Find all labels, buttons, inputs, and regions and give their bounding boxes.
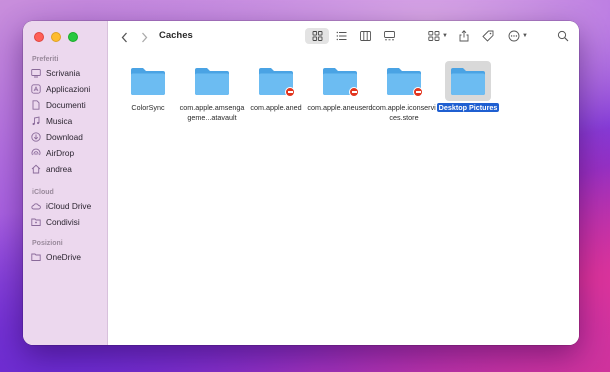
window-title: Caches xyxy=(159,30,193,41)
sidebar-item-label: Scrivania xyxy=(46,68,81,78)
chevron-down-icon: ▼ xyxy=(522,33,528,39)
sidebar-item-airdrop[interactable]: AirDrop xyxy=(31,146,74,160)
folder-thumbnail xyxy=(381,61,427,101)
folder-thumbnail xyxy=(189,61,235,101)
search-button[interactable] xyxy=(557,29,569,43)
folder-name: com.apple.aneuserd xyxy=(307,103,373,112)
chevron-left-icon xyxy=(121,32,127,42)
tag-icon xyxy=(482,30,494,42)
sidebar-item-download[interactable]: Download xyxy=(31,130,83,144)
music-icon xyxy=(32,116,40,126)
sidebar-section-title: iCloud xyxy=(32,189,54,196)
tag-button[interactable] xyxy=(482,29,494,43)
folder-item[interactable]: com.apple.aneuserd xyxy=(305,61,375,113)
view-mode-group xyxy=(305,28,401,44)
home-icon xyxy=(31,164,41,174)
chevron-down-icon: ▼ xyxy=(442,33,448,39)
gallery-icon xyxy=(383,31,395,41)
sidebar-item-label: Applicazioni xyxy=(46,84,91,94)
folder-name: ColorSync xyxy=(131,103,165,112)
close-button[interactable] xyxy=(34,32,44,42)
folder-icon xyxy=(31,253,41,261)
selected-name-text: Desktop Pictures xyxy=(436,103,500,112)
chevron-right-icon xyxy=(141,32,147,42)
sidebar-item-icloud-drive[interactable]: iCloud Drive xyxy=(31,199,91,213)
document-icon xyxy=(32,100,40,110)
no-access-badge-icon xyxy=(413,87,423,97)
minimize-button[interactable] xyxy=(51,32,61,42)
folder-item[interactable]: ColorSync xyxy=(113,61,183,113)
applications-icon xyxy=(31,84,41,94)
folder-name: com.apple.aned xyxy=(250,103,302,112)
folder-name-selected: Desktop Pictures xyxy=(435,103,501,113)
folder-name: com.apple.amsengageme...atavault xyxy=(179,103,245,122)
sidebar-item-documenti[interactable]: Documenti xyxy=(31,98,86,112)
sidebar-item-musica[interactable]: Musica xyxy=(31,114,72,128)
folder-icon xyxy=(131,68,165,95)
folder-icon xyxy=(451,68,485,95)
download-icon xyxy=(31,132,41,142)
sidebar-item-onedrive[interactable]: OneDrive xyxy=(31,250,81,264)
sidebar-item-label: iCloud Drive xyxy=(46,201,92,211)
sidebar: Preferiti Scrivania Applicazioni Documen… xyxy=(23,21,108,345)
sidebar-item-andrea[interactable]: andrea xyxy=(31,162,72,176)
more-actions-button[interactable]: ▼ xyxy=(508,29,528,43)
folder-thumbnail xyxy=(317,61,363,101)
sidebar-item-label: Documenti xyxy=(46,100,86,110)
folder-item[interactable]: com.apple.aned xyxy=(241,61,311,113)
folder-thumbnail xyxy=(253,61,299,101)
gallery-view-button[interactable] xyxy=(377,28,401,44)
folder-thumbnail xyxy=(445,61,491,101)
ellipsis-circle-icon xyxy=(508,30,520,42)
group-grid-icon xyxy=(428,31,440,41)
airdrop-icon xyxy=(31,148,41,156)
share-button[interactable] xyxy=(458,29,470,43)
sidebar-item-label: AirDrop xyxy=(46,148,75,158)
folder-item-selected[interactable]: Desktop Pictures xyxy=(433,61,503,113)
shared-folder-icon xyxy=(31,218,41,226)
sidebar-item-applicazioni[interactable]: Applicazioni xyxy=(31,82,90,96)
sidebar-item-condivisi[interactable]: Condivisi xyxy=(31,215,80,229)
no-access-badge-icon xyxy=(349,87,359,97)
sidebar-item-label: andrea xyxy=(46,164,72,174)
folder-name: com.apple.iconservices.store xyxy=(372,103,436,122)
window-controls xyxy=(34,32,78,42)
content-area: Caches ▼ ▼ ColorSync com.apple.amsengage… xyxy=(108,21,579,345)
folder-icon xyxy=(195,68,229,95)
list-view-button[interactable] xyxy=(329,28,353,44)
columns-icon xyxy=(359,31,371,41)
desktop-icon xyxy=(31,69,41,78)
column-view-button[interactable] xyxy=(353,28,377,44)
no-access-badge-icon xyxy=(285,87,295,97)
sidebar-section-title: Posizioni xyxy=(32,240,63,247)
folder-item[interactable]: com.apple.iconservices.store xyxy=(369,61,439,122)
group-by-button[interactable]: ▼ xyxy=(428,29,448,43)
list-icon xyxy=(336,31,346,41)
sidebar-section-title: Preferiti xyxy=(32,56,59,63)
sidebar-item-label: Download xyxy=(46,132,83,142)
sidebar-item-scrivania[interactable]: Scrivania xyxy=(31,66,80,80)
sidebar-item-label: Musica xyxy=(46,116,73,126)
folder-thumbnail xyxy=(125,61,171,101)
grid-icon xyxy=(312,31,322,41)
icon-view-button[interactable] xyxy=(305,28,329,44)
share-icon xyxy=(459,30,469,42)
zoom-button[interactable] xyxy=(68,32,78,42)
search-icon xyxy=(557,30,569,42)
back-button[interactable] xyxy=(118,30,130,44)
sidebar-item-label: OneDrive xyxy=(46,252,82,262)
folder-item[interactable]: com.apple.amsengageme...atavault xyxy=(177,61,247,122)
cloud-icon xyxy=(31,203,41,210)
sidebar-item-label: Condivisi xyxy=(46,217,80,227)
forward-button[interactable] xyxy=(138,30,150,44)
finder-window: Preferiti Scrivania Applicazioni Documen… xyxy=(23,21,579,345)
toolbar: Caches ▼ ▼ xyxy=(108,21,579,53)
